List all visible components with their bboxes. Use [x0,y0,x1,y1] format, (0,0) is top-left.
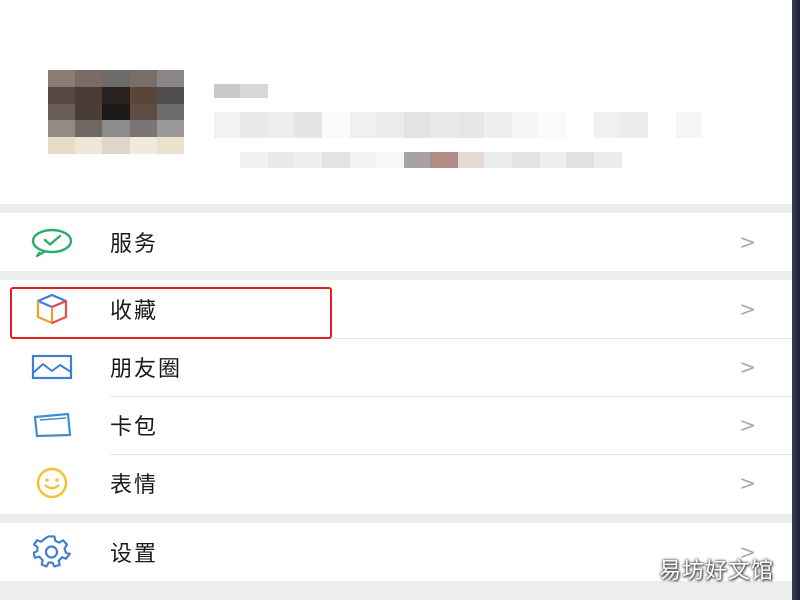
photo-album-icon [28,350,76,384]
menu-item-stickers[interactable]: 表情 > [0,454,792,512]
menu-item-cards[interactable]: 卡包 > [0,396,792,454]
background-edge [792,0,800,600]
menu-item-label: 设置 [110,542,159,567]
menu-item-services[interactable]: 服务 > [0,213,792,271]
avatar[interactable] [48,70,184,154]
menu-item-label: 朋友圈 [110,357,183,382]
wechat-id-blurred [214,112,702,138]
chevron-right-icon: > [739,413,756,437]
profile-header[interactable] [0,0,792,204]
chevron-right-icon: > [739,297,756,321]
services-group: 服务 > [0,213,792,271]
wechat-pay-icon [28,225,76,259]
status-blurred [240,152,622,168]
gear-icon [28,535,76,569]
smiley-icon [28,466,76,500]
menu-item-label: 服务 [110,232,159,257]
menu-item-moments[interactable]: 朋友圈 > [0,338,792,396]
watermark: 易坊好文馆 [658,559,774,584]
highlight-box [10,287,332,339]
chevron-right-icon: > [739,230,756,254]
nickname-blurred [214,84,268,98]
menu-item-label: 卡包 [110,415,159,440]
chevron-right-icon: > [739,471,756,495]
menu-item-label: 表情 [110,473,159,498]
wechat-me-screen: 服务 > 收藏 > 朋友圈 > 卡包 > 表情 > 设置 > 易坊好文馆 [0,0,800,600]
chevron-right-icon: > [739,355,756,379]
card-wallet-icon [28,408,76,442]
